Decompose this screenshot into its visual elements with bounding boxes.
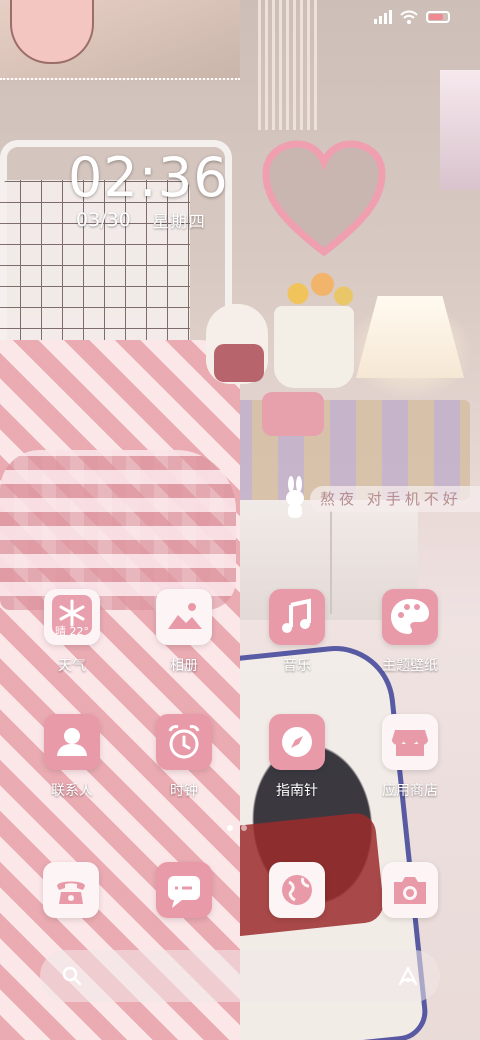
clock-date: 03/30	[76, 209, 131, 231]
status-bar	[374, 10, 450, 24]
weather-badge-text: 晴 22°	[55, 625, 89, 638]
wallpaper-bedside-table	[200, 400, 470, 500]
camera-icon[interactable]	[382, 862, 438, 918]
wallpaper-teddy-shirt	[214, 344, 264, 382]
app-themes[interactable]: 主题壁纸	[360, 589, 460, 675]
wifi-icon	[400, 10, 418, 24]
app-label: 应用商店	[382, 783, 438, 799]
weather-snowflake-icon: 晴 22°	[44, 589, 100, 645]
app-clock[interactable]: 时钟	[134, 714, 234, 800]
compass-icon	[269, 714, 325, 770]
gallery-icon	[156, 589, 212, 645]
wallpaper-radio	[262, 392, 324, 436]
app-label: 主题壁纸	[382, 658, 438, 674]
browser-globe-icon[interactable]	[269, 862, 325, 918]
wallpaper-photo-wall	[440, 70, 480, 190]
app-store[interactable]: 应用商店	[360, 714, 460, 800]
app-label: 指南针	[276, 783, 318, 799]
contact-person-icon	[44, 714, 100, 770]
wallpaper-vase	[274, 306, 354, 388]
page-dot[interactable]	[241, 825, 247, 831]
signal-bars-icon	[374, 10, 392, 24]
store-icon	[382, 714, 438, 770]
assistant-icon[interactable]	[396, 964, 420, 988]
app-label: 联系人	[51, 783, 93, 799]
phone-icon[interactable]	[43, 862, 99, 918]
wallpaper-macrame	[258, 0, 320, 130]
battery-level-fill	[429, 14, 443, 20]
home-screen: 02:36 03/30 星期四 熬夜 对手机不好 晴 22° 天气 相册 音乐 …	[0, 0, 480, 1040]
page-dot-active[interactable]	[227, 825, 233, 831]
wallpaper-heart-mirror	[262, 140, 386, 257]
alarm-clock-icon	[156, 714, 212, 770]
music-note-icon	[269, 589, 325, 645]
clock-time[interactable]: 02:36	[68, 148, 229, 208]
search-bar[interactable]	[40, 950, 440, 1002]
wallpaper-quilt	[0, 450, 236, 610]
wallpaper-lamp	[356, 296, 464, 378]
clock-weekday: 星期四	[152, 212, 207, 231]
app-label: 相册	[170, 658, 198, 674]
app-gallery[interactable]: 相册	[134, 589, 234, 675]
app-label: 时钟	[170, 783, 198, 799]
app-label: 天气	[58, 658, 86, 674]
search-icon[interactable]	[60, 964, 84, 988]
app-label: 音乐	[283, 658, 311, 674]
app-contacts[interactable]: 联系人	[22, 714, 122, 800]
battery-icon	[426, 11, 450, 23]
app-compass[interactable]: 指南针	[247, 714, 347, 800]
wallpaper-note: 熬夜 对手机不好	[310, 486, 480, 512]
messages-icon[interactable]	[156, 862, 212, 918]
app-music[interactable]: 音乐	[247, 589, 347, 675]
wallpaper-blanket	[0, 340, 240, 1040]
clock-date-row: 03/30 星期四	[76, 208, 207, 232]
bunny-sticker-icon	[286, 476, 304, 518]
palette-icon	[382, 589, 438, 645]
app-weather[interactable]: 晴 22° 天气	[22, 589, 122, 675]
page-indicator	[227, 825, 247, 831]
